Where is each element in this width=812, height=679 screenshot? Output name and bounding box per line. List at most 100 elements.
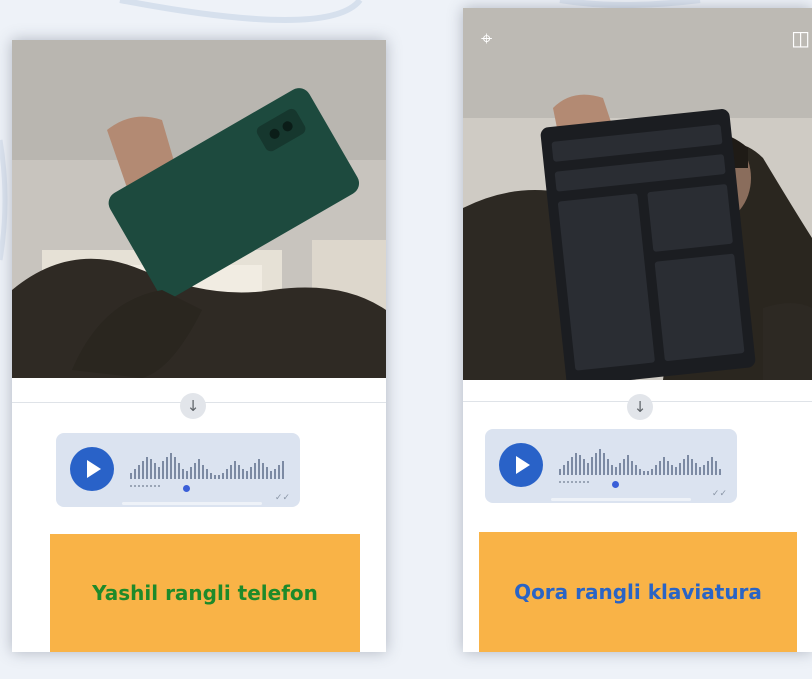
waveform-bar xyxy=(559,469,561,475)
compare-icon[interactable]: ◫ xyxy=(791,26,810,50)
waveform-bar xyxy=(603,453,605,475)
waveform-bar xyxy=(190,467,192,479)
waveform-bar xyxy=(631,461,633,475)
caption-box-right: Qora rangli klaviatura xyxy=(479,532,797,652)
waveform-bar xyxy=(583,459,585,475)
waveform-bar xyxy=(262,463,264,479)
waveform-bar xyxy=(607,459,609,475)
duration-dots xyxy=(130,485,160,489)
waveform-bar xyxy=(274,469,276,479)
waveform-bar xyxy=(567,461,569,475)
waveform-bar xyxy=(210,473,212,479)
waveform-bar xyxy=(214,475,216,479)
waveform-bar xyxy=(643,471,645,475)
waveform-bar xyxy=(234,461,236,479)
waveform-bar xyxy=(691,459,693,475)
waveform-bar xyxy=(278,465,280,479)
waveform-bar xyxy=(687,455,689,475)
waveform-bar xyxy=(242,469,244,479)
waveform-bar xyxy=(627,455,629,475)
playback-knob[interactable] xyxy=(612,481,619,488)
waveform-bar xyxy=(595,453,597,475)
waveform-bar xyxy=(186,471,188,479)
waveform-bar xyxy=(675,467,677,475)
waveform-bar xyxy=(258,459,260,479)
arrow-down-icon[interactable]: ↓ xyxy=(180,393,206,419)
waveform-bar xyxy=(142,461,144,479)
waveform-bar xyxy=(138,465,140,479)
waveform-bar xyxy=(663,457,665,475)
playback-track xyxy=(551,498,691,501)
double-check-icon: ✓✓ xyxy=(274,493,290,503)
waveform-bar xyxy=(202,465,204,479)
waveform-bar xyxy=(611,465,613,475)
waveform-bar xyxy=(154,463,156,479)
waveform-bar xyxy=(671,465,673,475)
waveform-bar xyxy=(254,463,256,479)
waveform-bar xyxy=(695,463,697,475)
waveform-bar xyxy=(270,471,272,479)
waveform-bar xyxy=(206,469,208,479)
waveform-bar xyxy=(134,469,136,479)
waveform-bar xyxy=(226,469,228,479)
waveform-bar xyxy=(250,467,252,479)
waveform-bar xyxy=(579,455,581,475)
waveform-bar xyxy=(711,457,713,475)
waveform-bar xyxy=(246,471,248,479)
waveform-bar xyxy=(699,467,701,475)
play-icon[interactable] xyxy=(70,447,114,491)
waveform-bar xyxy=(615,467,617,475)
waveform-bar xyxy=(719,469,721,475)
waveform-bar xyxy=(166,457,168,479)
waveform-bar xyxy=(266,467,268,479)
waveform-bar xyxy=(230,465,232,479)
waveform-bar xyxy=(218,475,220,479)
waveform-bar xyxy=(591,457,593,475)
waveform-bar xyxy=(655,465,657,475)
waveform-bar xyxy=(238,465,240,479)
waveform-bar xyxy=(587,463,589,475)
caption-right: Qora rangli klaviatura xyxy=(514,580,762,604)
waveform-bar xyxy=(575,453,577,475)
waveform-bar xyxy=(158,467,160,479)
audio-waveform xyxy=(130,453,284,479)
audio-waveform xyxy=(559,449,721,475)
waveform-bar xyxy=(182,469,184,479)
left-message-panel: ↓ ✓✓ Yashil rangli telefon xyxy=(12,40,386,652)
waveform-bar xyxy=(282,461,284,479)
play-icon[interactable] xyxy=(499,443,543,487)
waveform-bar xyxy=(715,461,717,475)
waveform-bar xyxy=(150,459,152,479)
waveform-bar xyxy=(162,461,164,479)
double-check-icon: ✓✓ xyxy=(711,489,727,499)
waveform-bar xyxy=(647,471,649,475)
voice-message[interactable]: ✓✓ xyxy=(56,433,300,507)
waveform-bar xyxy=(194,463,196,479)
waveform-bar xyxy=(170,453,172,479)
waveform-bar xyxy=(623,459,625,475)
waveform-bar xyxy=(679,463,681,475)
crop-icon[interactable]: ⌖ xyxy=(481,26,492,50)
waveform-bar xyxy=(683,459,685,475)
waveform-bar xyxy=(222,473,224,479)
waveform-bar xyxy=(619,463,621,475)
arrow-down-icon[interactable]: ↓ xyxy=(627,394,653,420)
waveform-bar xyxy=(651,469,653,475)
playback-knob[interactable] xyxy=(183,485,190,492)
playback-track xyxy=(122,502,262,505)
waveform-bar xyxy=(635,465,637,475)
caption-left: Yashil rangli telefon xyxy=(92,581,318,605)
waveform-bar xyxy=(174,457,176,479)
waveform-bar xyxy=(563,465,565,475)
keyboard-photo[interactable] xyxy=(463,8,812,380)
waveform-bar xyxy=(599,449,601,475)
voice-message[interactable]: ✓✓ xyxy=(485,429,737,503)
waveform-bar xyxy=(146,457,148,479)
waveform-bar xyxy=(707,461,709,475)
waveform-bar xyxy=(639,469,641,475)
waveform-bar xyxy=(571,457,573,475)
waveform-bar xyxy=(178,463,180,479)
phone-photo[interactable] xyxy=(12,40,386,378)
caption-box-left: Yashil rangli telefon xyxy=(50,534,360,652)
waveform-bar xyxy=(703,465,705,475)
